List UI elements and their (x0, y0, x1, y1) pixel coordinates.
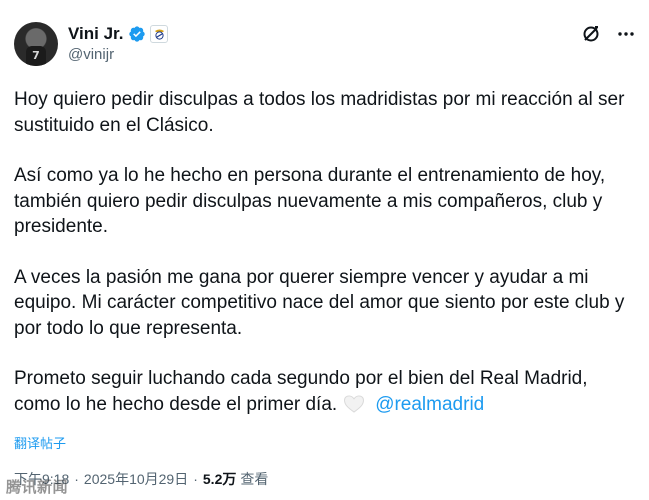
name-row: Vini Jr. (68, 24, 169, 44)
header-actions (581, 24, 635, 44)
tweet-text: Hoy quiero pedir disculpas a todos los m… (14, 87, 639, 417)
tweet-date[interactable]: 2025年10月29日 (84, 469, 188, 489)
watermark: 腾讯新闻 (6, 479, 69, 496)
avatar[interactable]: 7 (14, 22, 58, 66)
more-options-icon[interactable] (617, 25, 635, 43)
meta-separator: · (74, 471, 79, 487)
mention-link[interactable]: @realmadrid (375, 394, 484, 415)
tweet-paragraph-2: Así como ya lo he hecho en persona duran… (14, 165, 606, 237)
real-madrid-crest-icon[interactable] (150, 25, 169, 43)
white-heart-emoji (344, 394, 365, 413)
tweet-paragraph-4-text: Prometo seguir luchando cada segundo por… (14, 368, 588, 415)
user-handle[interactable]: @vinijr (68, 46, 114, 63)
views-count[interactable]: 5.2万 (203, 469, 236, 489)
display-name[interactable]: Vini Jr. (68, 24, 123, 44)
translate-post-link[interactable]: 翻译帖子 (14, 433, 66, 452)
verified-badge-icon[interactable] (128, 25, 146, 43)
tweet-header: 7 Vini Jr. @vinijr (14, 20, 635, 70)
meta-separator-2: · (193, 471, 198, 487)
tweet-paragraph-3: A veces la pasión me gana por querer sie… (14, 266, 625, 339)
views-label: 查看 (240, 471, 269, 487)
avatar-jersey-number: 7 (32, 49, 40, 62)
tweet-paragraph-4: Prometo seguir luchando cada segundo por… (14, 366, 639, 417)
grok-icon[interactable] (581, 24, 601, 44)
tweet-paragraph-1: Hoy quiero pedir disculpas a todos los m… (14, 89, 625, 136)
